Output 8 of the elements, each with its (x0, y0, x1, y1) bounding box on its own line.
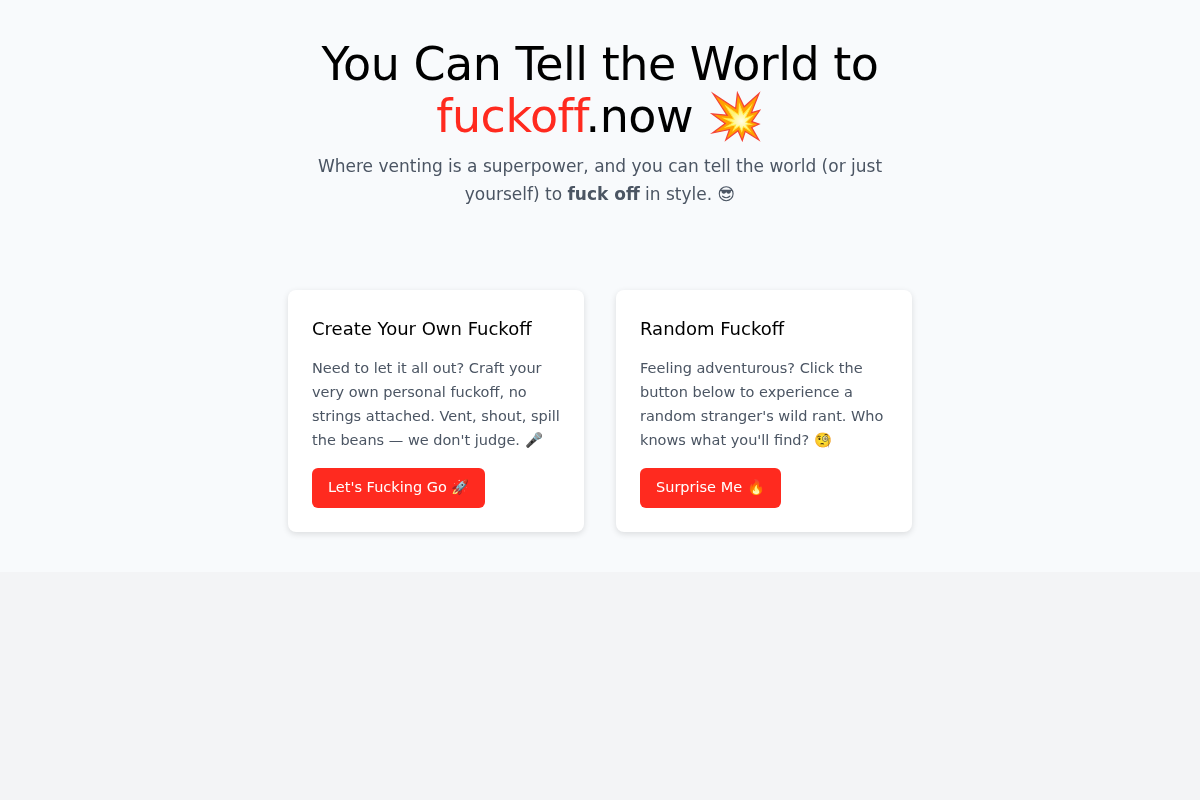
card-button[interactable]: Surprise Me 🔥 (640, 468, 781, 508)
card-title: Random Fuckoff (640, 317, 785, 341)
card-description: Need to let it all out? Craft your very own personal fuckoff, no strings attached. Vent, shout, spill the beans — we don't judge. 🎤 (312, 359, 560, 450)
hero-title: You Can Tell the World to fuckoff.now 💥 (320, 38, 880, 142)
hero-subtitle: Where venting is a superpower, and you can tell the world (or just yourself) to fuck off in style. 😎 (316, 155, 884, 206)
card-button[interactable]: Let's Fucking Go 🚀 (312, 468, 486, 508)
card-title: Create Your Own Fuckoff (312, 317, 532, 341)
card-description: Feeling adventurous? Click the button below to experience a random stranger's wild rant. Who knows what you'll find? 🧐 (640, 359, 885, 450)
